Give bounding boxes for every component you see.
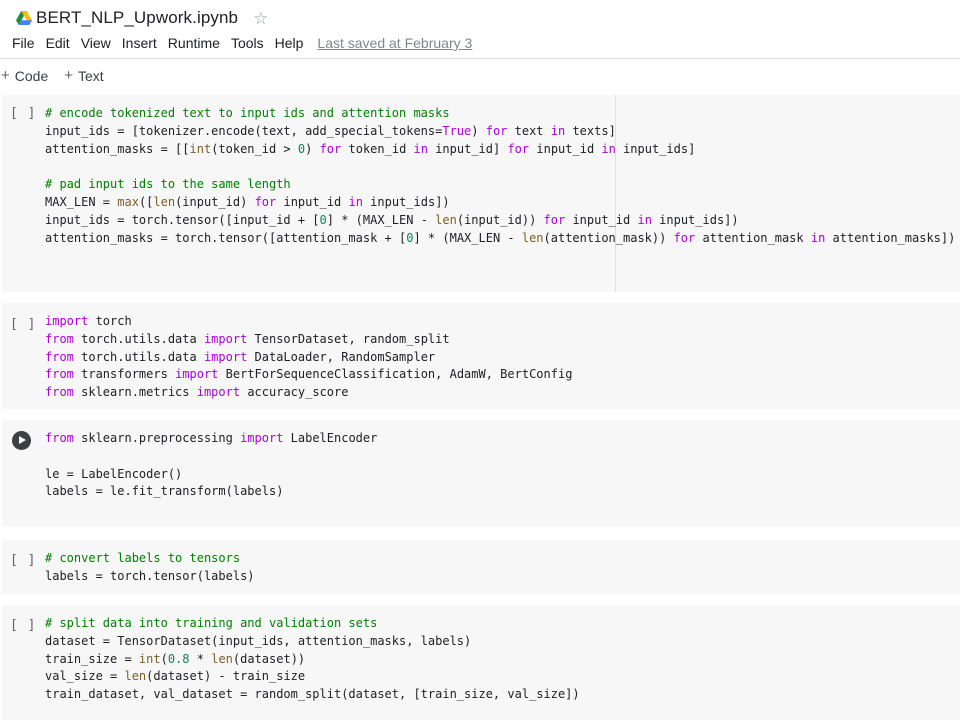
code-line: # convert labels to tensors (45, 551, 241, 565)
code-cell[interactable]: [ ] # split data into training and valid… (2, 605, 960, 720)
notebook-title[interactable]: BERT_NLP_Upwork.ipynb (36, 8, 238, 28)
code-line: from sklearn.metrics import accuracy_sco… (45, 385, 349, 400)
plus-icon: + (1, 67, 10, 84)
cell-gutter[interactable]: [ ] (10, 616, 40, 634)
cell-gutter[interactable]: [ ] (10, 104, 40, 122)
code-line: train_dataset, val_dataset = random_spli… (45, 687, 580, 702)
star-icon[interactable]: ☆ (253, 10, 268, 27)
code-line: MAX_LEN = max([len(input_id) for input_i… (45, 194, 450, 209)
code-editor[interactable]: from sklearn.preprocessing import LabelE… (45, 430, 377, 501)
plus-icon: + (64, 67, 73, 84)
code-cell[interactable]: from sklearn.preprocessing import LabelE… (2, 420, 960, 527)
code-line: train_size = int(0.8 * len(dataset)) (45, 651, 306, 666)
code-line: val_size = len(dataset) - train_size (45, 669, 306, 684)
code-editor[interactable]: # convert labels to tensors labels = tor… (45, 550, 255, 586)
code-line: le = LabelEncoder() (45, 466, 183, 481)
last-saved-link[interactable]: Last saved at February 3 (317, 35, 472, 51)
menu-tools[interactable]: Tools (231, 35, 264, 51)
notebook-header: BERT_NLP_Upwork.ipynb ☆ File Edit View I… (0, 0, 960, 58)
menu-runtime[interactable]: Runtime (168, 35, 220, 51)
code-editor[interactable]: # encode tokenized text to input ids and… (45, 105, 955, 247)
menu-file[interactable]: File (12, 35, 35, 51)
code-cell[interactable]: [ ] # encode tokenized text to input ids… (2, 95, 960, 292)
menu-edit[interactable]: Edit (46, 35, 70, 51)
code-line: labels = torch.tensor(labels) (45, 568, 255, 583)
code-cell[interactable]: [ ] import torch from torch.utils.data i… (2, 303, 960, 409)
code-line: attention_masks = [[int(token_id > 0) fo… (45, 141, 696, 156)
menu-view[interactable]: View (81, 35, 111, 51)
run-cell-button[interactable] (12, 431, 31, 450)
add-code-button[interactable]: + Code (1, 67, 48, 84)
code-line: attention_masks = torch.tensor([attentio… (45, 230, 956, 245)
code-line: from sklearn.preprocessing import LabelE… (45, 431, 378, 445)
cell-gutter[interactable]: [ ] (10, 315, 40, 333)
add-text-label: Text (78, 67, 104, 84)
code-line: from torch.utils.data import TensorDatas… (45, 331, 450, 346)
code-line: from torch.utils.data import DataLoader,… (45, 349, 436, 364)
google-drive-icon[interactable] (16, 10, 32, 26)
notebook-content: [ ] # encode tokenized text to input ids… (0, 92, 960, 720)
menu-help[interactable]: Help (275, 35, 304, 51)
cell-execution-count: [ ] (10, 106, 37, 121)
title-row: BERT_NLP_Upwork.ipynb ☆ (16, 7, 268, 29)
code-editor[interactable]: # split data into training and validatio… (45, 615, 580, 704)
code-line: # pad input ids to the same length (45, 177, 291, 192)
add-code-label: Code (14, 67, 49, 84)
code-line: # encode tokenized text to input ids and… (45, 106, 450, 120)
cell-toolbar: + Code + Text (0, 58, 960, 92)
menu-insert[interactable]: Insert (122, 35, 157, 51)
cell-execution-count: [ ] (10, 553, 37, 568)
code-cell[interactable]: [ ] # convert labels to tensors labels =… (2, 540, 960, 594)
code-line: dataset = TensorDataset(input_ids, atten… (45, 633, 472, 648)
code-line: import torch (45, 314, 132, 328)
code-line: labels = le.fit_transform(labels) (45, 484, 284, 499)
code-line: # split data into training and validatio… (45, 616, 378, 630)
code-line: input_ids = [tokenizer.encode(text, add_… (45, 123, 616, 138)
code-editor[interactable]: import torch from torch.utils.data impor… (45, 313, 572, 402)
add-text-button[interactable]: + Text (64, 67, 103, 84)
cell-gutter[interactable]: [ ] (10, 551, 40, 569)
code-line: from transformers import BertForSequence… (45, 367, 573, 382)
code-line: input_ids = torch.tensor([input_id + [0]… (45, 212, 739, 227)
cell-execution-count: [ ] (10, 317, 37, 332)
menu-bar: File Edit View Insert Runtime Tools Help… (12, 35, 472, 51)
cell-execution-count: [ ] (10, 618, 37, 633)
